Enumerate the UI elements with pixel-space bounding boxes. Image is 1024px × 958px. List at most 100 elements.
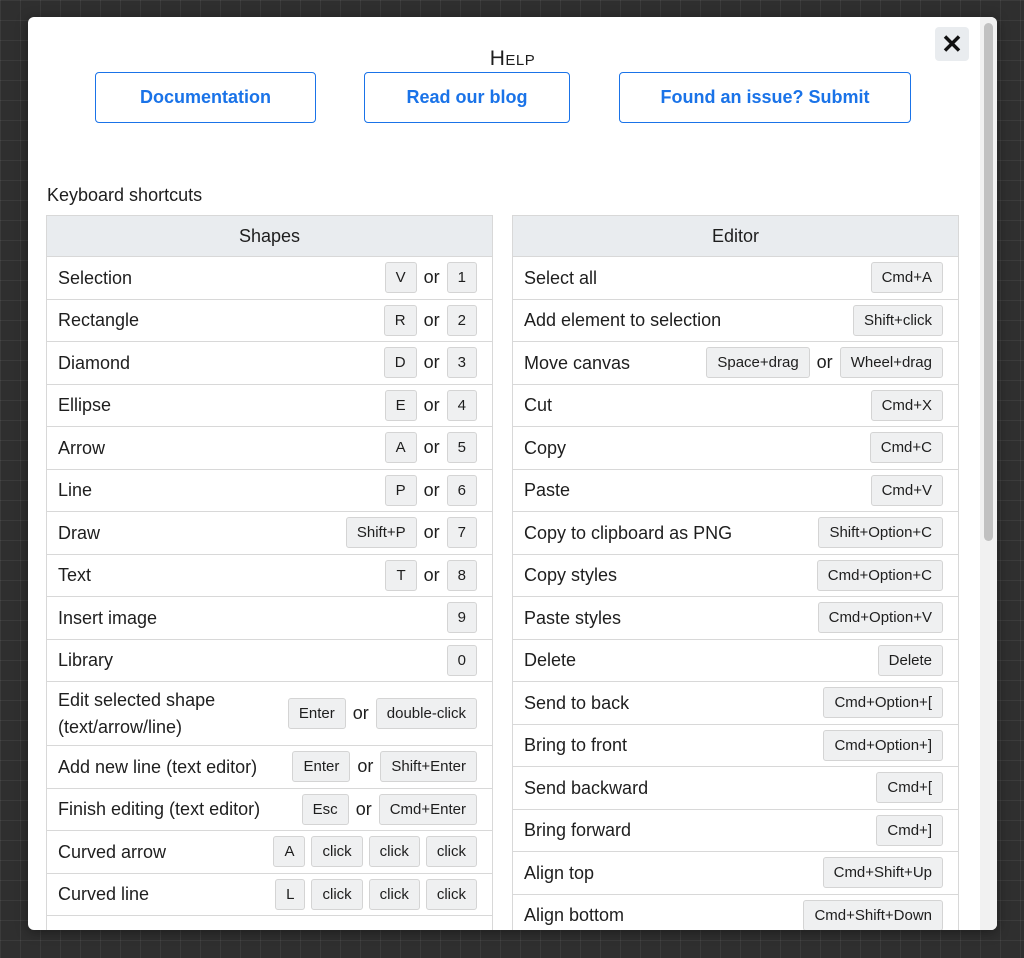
shortcut-keys: Shift+Option+C bbox=[818, 517, 943, 549]
scrollbar-thumb[interactable] bbox=[984, 23, 993, 541]
shortcut-label: Bring to front bbox=[524, 735, 628, 756]
editor-column-header: Editor bbox=[513, 215, 958, 257]
key-badge: click bbox=[311, 878, 363, 910]
shortcut-label: Paste bbox=[524, 480, 571, 501]
shortcut-label: Delete bbox=[524, 650, 577, 671]
key-badge: Enter bbox=[292, 751, 351, 783]
shortcut-keys: Enter or double-click bbox=[287, 698, 477, 729]
or-separator: or bbox=[423, 394, 440, 415]
shortcut-keys: Space+drag or Wheel+drag bbox=[706, 347, 943, 379]
shortcut-label: Text bbox=[58, 565, 92, 586]
shortcut-row bbox=[47, 916, 492, 930]
key-badge: L bbox=[275, 878, 306, 910]
key-badge: D bbox=[383, 347, 417, 379]
shortcut-keys: Cmd+A bbox=[870, 262, 943, 294]
shortcut-label: Send backward bbox=[524, 777, 649, 798]
shortcut-label: Arrow bbox=[58, 437, 106, 458]
shortcut-keys: Aclick click click bbox=[273, 836, 477, 868]
shortcut-label: Curved arrow bbox=[58, 841, 167, 862]
or-separator: or bbox=[423, 522, 440, 543]
shortcut-keys: 0 bbox=[446, 644, 477, 676]
shortcut-label: Select all bbox=[524, 267, 598, 288]
key-badge: click bbox=[425, 878, 477, 910]
key-badge: Cmd+Shift+Up bbox=[822, 857, 943, 889]
shortcut-keys: Cmd+Option+C bbox=[816, 559, 943, 591]
key-badge: 3 bbox=[446, 347, 477, 379]
read-blog-button[interactable]: Read our blog bbox=[364, 72, 570, 123]
shortcut-row: Add element to selection Shift+click bbox=[513, 300, 958, 342]
key-badge: click bbox=[368, 836, 420, 868]
key-badge: Space+drag bbox=[706, 347, 810, 379]
shortcut-row: Insert image 9 bbox=[47, 597, 492, 640]
shortcut-label: Rectangle bbox=[58, 310, 140, 331]
key-badge: 6 bbox=[446, 474, 477, 506]
shortcut-row: Align top Cmd+Shift+Up bbox=[513, 852, 958, 895]
shortcut-keys: Cmd+Option+[ bbox=[823, 687, 943, 719]
editor-rows: Select all Cmd+A Add element to selection S… bbox=[513, 257, 958, 930]
key-badge: 0 bbox=[446, 644, 477, 676]
shortcut-label: Send to back bbox=[524, 692, 630, 713]
shortcut-row: Selection Vor 1 bbox=[47, 257, 492, 300]
shortcut-row: Line Por 6 bbox=[47, 470, 492, 512]
shortcut-keys: Tor 8 bbox=[385, 559, 477, 591]
shortcut-row: Finish editing (text editor) Esc or Cmd+Ent… bbox=[47, 789, 492, 831]
key-badge: Cmd+[ bbox=[876, 772, 943, 804]
shortcut-row: Copy styles Cmd+Option+C bbox=[513, 555, 958, 597]
shortcut-keys: Lclick click click bbox=[275, 878, 477, 910]
shortcut-row: Select all Cmd+A bbox=[513, 257, 958, 300]
shortcut-row: Align bottom Cmd+Shift+Down bbox=[513, 895, 958, 930]
key-badge: Shift+Option+C bbox=[818, 517, 943, 549]
shortcut-label: Edit selected shape (text/arrow/line) bbox=[58, 690, 216, 737]
or-separator: or bbox=[816, 352, 833, 373]
key-badge: Shift+click bbox=[853, 304, 943, 336]
shortcut-row: Ellipse Eor 4 bbox=[47, 385, 492, 427]
shortcut-keys: Cmd+Option+] bbox=[823, 729, 943, 761]
documentation-button[interactable]: Documentation bbox=[95, 72, 316, 123]
key-badge: 7 bbox=[446, 517, 477, 549]
shortcut-row: Diamond Dor 3 bbox=[47, 342, 492, 385]
key-badge: 9 bbox=[446, 602, 477, 634]
key-badge: Cmd+Option+V bbox=[817, 602, 943, 634]
or-separator: or bbox=[352, 703, 369, 723]
key-badge: 1 bbox=[446, 262, 477, 294]
shortcut-keys: Cmd+] bbox=[876, 814, 943, 846]
key-badge: Cmd+Shift+Down bbox=[803, 899, 943, 930]
shortcut-keys: Ror 2 bbox=[383, 304, 477, 336]
key-badge: click bbox=[425, 836, 477, 868]
shortcut-label: Paste styles bbox=[524, 607, 622, 628]
shortcut-label: Bring forward bbox=[524, 820, 632, 841]
key-badge: click bbox=[311, 836, 363, 868]
key-badge: R bbox=[383, 304, 417, 336]
shortcut-row: Edit selected shape (text/arrow/line) Ent… bbox=[47, 682, 492, 746]
key-badge: 4 bbox=[446, 389, 477, 421]
shortcut-keys: 9 bbox=[446, 602, 477, 634]
shortcut-label: Curved line bbox=[58, 884, 150, 905]
or-separator: or bbox=[423, 564, 440, 585]
shortcut-row: Rectangle Ror 2 bbox=[47, 300, 492, 342]
close-button[interactable]: ✕ bbox=[935, 27, 969, 61]
key-badge: Shift+P bbox=[345, 517, 417, 549]
key-badge: Cmd+X bbox=[870, 389, 943, 421]
shortcut-row: Send to back Cmd+Option+[ bbox=[513, 682, 958, 725]
shortcut-label: Align top bbox=[524, 862, 595, 883]
shortcut-row: Curved arrow Aclick click click bbox=[47, 831, 492, 874]
shortcut-label: Library bbox=[58, 650, 114, 671]
key-badge: Cmd+Enter bbox=[378, 793, 477, 825]
shortcut-label: Ellipse bbox=[58, 395, 112, 416]
or-separator: or bbox=[357, 756, 374, 777]
shortcut-label: Add new line (text editor) bbox=[58, 756, 258, 777]
shortcut-keys: Enter or Shift+Enter bbox=[292, 751, 477, 783]
shapes-column-header: Shapes bbox=[47, 215, 492, 257]
key-badge: Shift+Enter bbox=[380, 751, 477, 783]
shortcut-row: Paste Cmd+V bbox=[513, 470, 958, 512]
shortcut-row: Bring to front Cmd+Option+] bbox=[513, 725, 958, 767]
shortcut-keys: Cmd+V bbox=[870, 474, 943, 506]
shortcut-label: Add element to selection bbox=[524, 310, 722, 331]
shortcut-keys: Cmd+Shift+Down bbox=[803, 899, 943, 930]
key-badge: Cmd+] bbox=[876, 814, 943, 846]
shortcut-keys: Vor 1 bbox=[384, 262, 477, 294]
shortcut-row: Copy to clipboard as PNG Shift+Option+C bbox=[513, 512, 958, 555]
submit-issue-button[interactable]: Found an issue? Submit bbox=[619, 72, 911, 123]
shortcut-row: Library 0 bbox=[47, 640, 492, 682]
editor-shortcuts-table: Editor Select all Cmd+A Add element to sel… bbox=[512, 215, 959, 930]
